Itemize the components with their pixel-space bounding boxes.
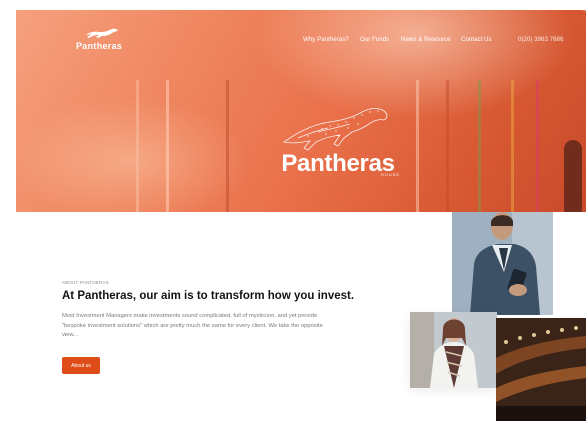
about-body: Most Investment Managers make investment…: [62, 313, 323, 339]
hero-brand-subtitle: HOUSE: [380, 172, 400, 177]
hero-banner: Pantheras Why Pantheras? Our Funds News …: [16, 10, 586, 212]
nav-why-pantheras[interactable]: Why Pantheras?: [303, 36, 349, 43]
main-navigation: Why Pantheras? Our Funds News & Resource…: [16, 36, 586, 48]
lights-illustration: [496, 318, 586, 421]
woman-illustration: [410, 312, 497, 388]
nav-our-funds[interactable]: Our Funds: [360, 36, 389, 43]
hero-light-stripe: [446, 80, 449, 212]
nav-news-resource[interactable]: News & Resource: [401, 36, 451, 43]
nav-contact-us[interactable]: Contact Us: [461, 36, 492, 43]
hero-brand: Pantheras HOUSE: [268, 102, 408, 178]
showroom-lights-photo: [496, 318, 586, 421]
hero-walking-person: [564, 140, 582, 212]
about-heading: At Pantheras, our aim is to transform ho…: [62, 290, 355, 302]
businessman-illustration: [452, 212, 553, 315]
panther-leap-icon: [283, 108, 388, 151]
about-us-button[interactable]: About us: [62, 357, 100, 374]
hero-light-stripe: [136, 80, 139, 212]
woman-scarf-photo: [410, 312, 497, 388]
section-eyebrow: ABOUT PANTHERAS: [62, 280, 109, 285]
hero-light-stripe: [478, 80, 481, 212]
phone-number[interactable]: 0(20) 3963 7686: [518, 36, 563, 43]
hero-light-stripe: [166, 80, 169, 212]
hero-light-stripe: [416, 80, 419, 212]
businessman-phone-photo: [452, 212, 553, 315]
hero-light-stripe: [511, 80, 514, 212]
hero-light-stripe: [536, 80, 539, 212]
hero-light-stripe: [226, 80, 229, 212]
